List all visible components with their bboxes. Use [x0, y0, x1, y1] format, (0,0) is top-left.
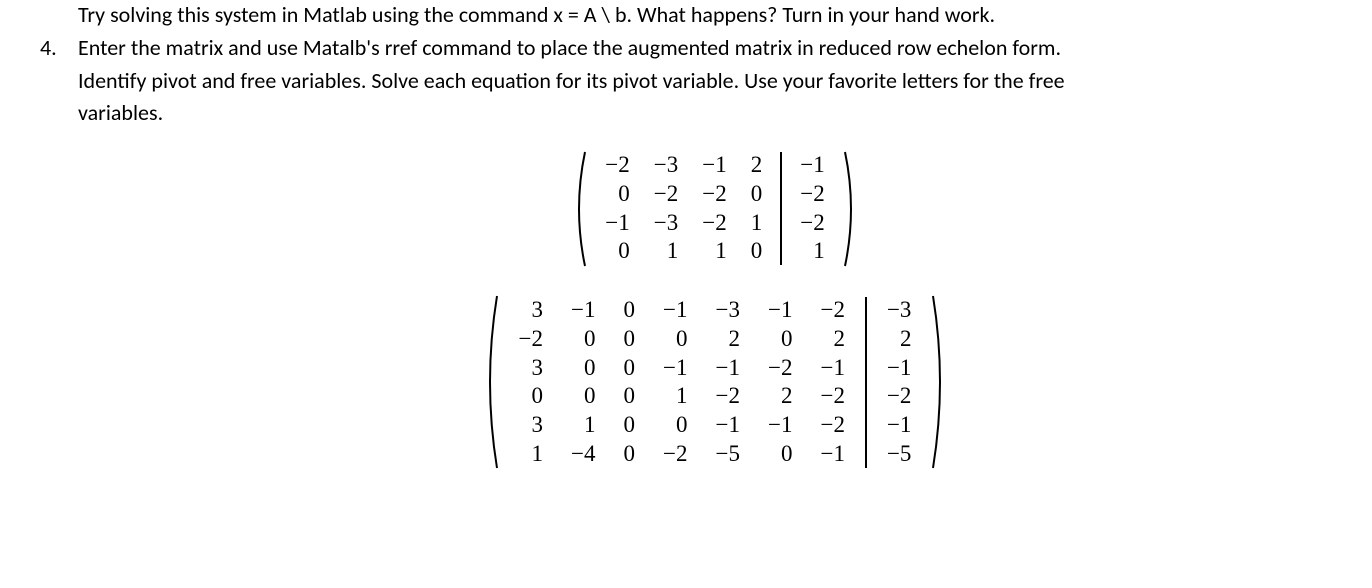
- matrix-cell: −2: [788, 209, 836, 238]
- matrix-1-block: −2−3−120−2−20−1−3−210110 −1−2−21: [78, 147, 1352, 270]
- matrix-cell: 1: [557, 411, 609, 440]
- question-4: 4. Enter the matrix and use Matalb's rre…: [78, 33, 1352, 129]
- right-paren-icon: [843, 147, 859, 270]
- matrix-cell: 3: [505, 411, 557, 440]
- matrix-cell: −2: [754, 354, 806, 383]
- matrix-2-right: −32−1−2−1−5: [867, 292, 931, 473]
- matrix-cell: 0: [739, 180, 775, 209]
- matrix-cell: −1: [806, 354, 858, 383]
- matrix-cell: 3: [505, 354, 557, 383]
- document-content: Try solving this system in Matlab using …: [0, 0, 1372, 473]
- q4-line2: Identify pivot and free variables. Solve…: [78, 66, 1352, 97]
- matrix-cell: 1: [788, 237, 836, 266]
- matrix-cell: 0: [754, 325, 806, 354]
- right-paren-icon: [931, 292, 949, 473]
- matrix-cell: 1: [690, 237, 738, 266]
- matrix-cell: −3: [642, 151, 690, 180]
- matrix-cell: −2: [505, 325, 557, 354]
- matrix-cell: −1: [702, 411, 754, 440]
- matrix-cell: −2: [593, 151, 641, 180]
- matrix-cell: 2: [806, 325, 858, 354]
- matrix-cell: −1: [690, 151, 738, 180]
- matrix-cell: −2: [788, 180, 836, 209]
- augmented-matrix-1: −2−3−120−2−20−1−3−210110 −1−2−21: [571, 147, 858, 270]
- matrix-cell: 0: [649, 325, 701, 354]
- matrix-cell: −2: [873, 382, 925, 411]
- matrix-cell: −2: [642, 180, 690, 209]
- matrix-cell: −1: [649, 354, 701, 383]
- matrix-cell: 0: [610, 325, 650, 354]
- matrix-cell: −4: [557, 440, 609, 469]
- matrix-cell: −2: [649, 440, 701, 469]
- matrix-cell: −3: [702, 296, 754, 325]
- matrix-cell: 0: [649, 411, 701, 440]
- intro-text: Try solving this system in Matlab using …: [78, 0, 1352, 31]
- matrix-cell: −1: [873, 411, 925, 440]
- matrix-cell: 0: [557, 325, 609, 354]
- matrix-cell: 0: [557, 354, 609, 383]
- matrix-cell: −1: [754, 296, 806, 325]
- matrix-cell: −1: [788, 151, 836, 180]
- matrix-cell: −1: [557, 296, 609, 325]
- matrix-cell: 0: [557, 382, 609, 411]
- matrix-cell: −1: [702, 354, 754, 383]
- matrix-cell: −3: [873, 296, 925, 325]
- augmented-matrix-2: 3−10−1−3−1−2−2000202300−1−1−2−10001−22−2…: [481, 292, 950, 473]
- matrix-cell: −1: [806, 440, 858, 469]
- matrix-cell: −2: [806, 382, 858, 411]
- matrix-cell: 1: [649, 382, 701, 411]
- left-paren-icon: [571, 147, 587, 270]
- item-number: 4.: [40, 33, 57, 64]
- matrix-cell: −1: [873, 354, 925, 383]
- matrix-1-right: −1−2−21: [782, 147, 842, 270]
- matrix-cell: 0: [505, 382, 557, 411]
- matrix-cell: −1: [649, 296, 701, 325]
- matrix-cell: 0: [754, 440, 806, 469]
- matrix-cell: 1: [505, 440, 557, 469]
- matrix-cell: −2: [690, 209, 738, 238]
- matrix-cell: 0: [593, 180, 641, 209]
- matrix-cell: 0: [610, 440, 650, 469]
- matrix-1-left: −2−3−120−2−20−1−3−210110: [587, 147, 780, 270]
- matrix-cell: 3: [505, 296, 557, 325]
- matrix-cell: −1: [593, 209, 641, 238]
- matrix-cell: −1: [754, 411, 806, 440]
- q4-line1: Enter the matrix and use Matalb's rref c…: [78, 33, 1352, 64]
- matrix-cell: 2: [739, 151, 775, 180]
- matrix-cell: −5: [873, 440, 925, 469]
- matrix-cell: 0: [593, 237, 641, 266]
- matrix-2-block: 3−10−1−3−1−2−2000202300−1−1−2−10001−22−2…: [78, 292, 1352, 473]
- q4-line3: variables.: [78, 98, 1352, 129]
- matrix-cell: −2: [690, 180, 738, 209]
- matrix-cell: 2: [873, 325, 925, 354]
- matrix-2-left: 3−10−1−3−1−2−2000202300−1−1−2−10001−22−2…: [499, 292, 865, 473]
- matrix-cell: 1: [642, 237, 690, 266]
- matrix-cell: −2: [702, 382, 754, 411]
- matrix-cell: 2: [754, 382, 806, 411]
- matrix-cell: 0: [739, 237, 775, 266]
- left-paren-icon: [481, 292, 499, 473]
- matrix-cell: 0: [610, 382, 650, 411]
- matrix-cell: −2: [806, 296, 858, 325]
- matrix-cell: 0: [610, 411, 650, 440]
- matrix-cell: −2: [806, 411, 858, 440]
- matrix-cell: 0: [610, 296, 650, 325]
- matrix-cell: 2: [702, 325, 754, 354]
- matrix-cell: −5: [702, 440, 754, 469]
- matrix-cell: −3: [642, 209, 690, 238]
- matrix-cell: 1: [739, 209, 775, 238]
- matrix-cell: 0: [610, 354, 650, 383]
